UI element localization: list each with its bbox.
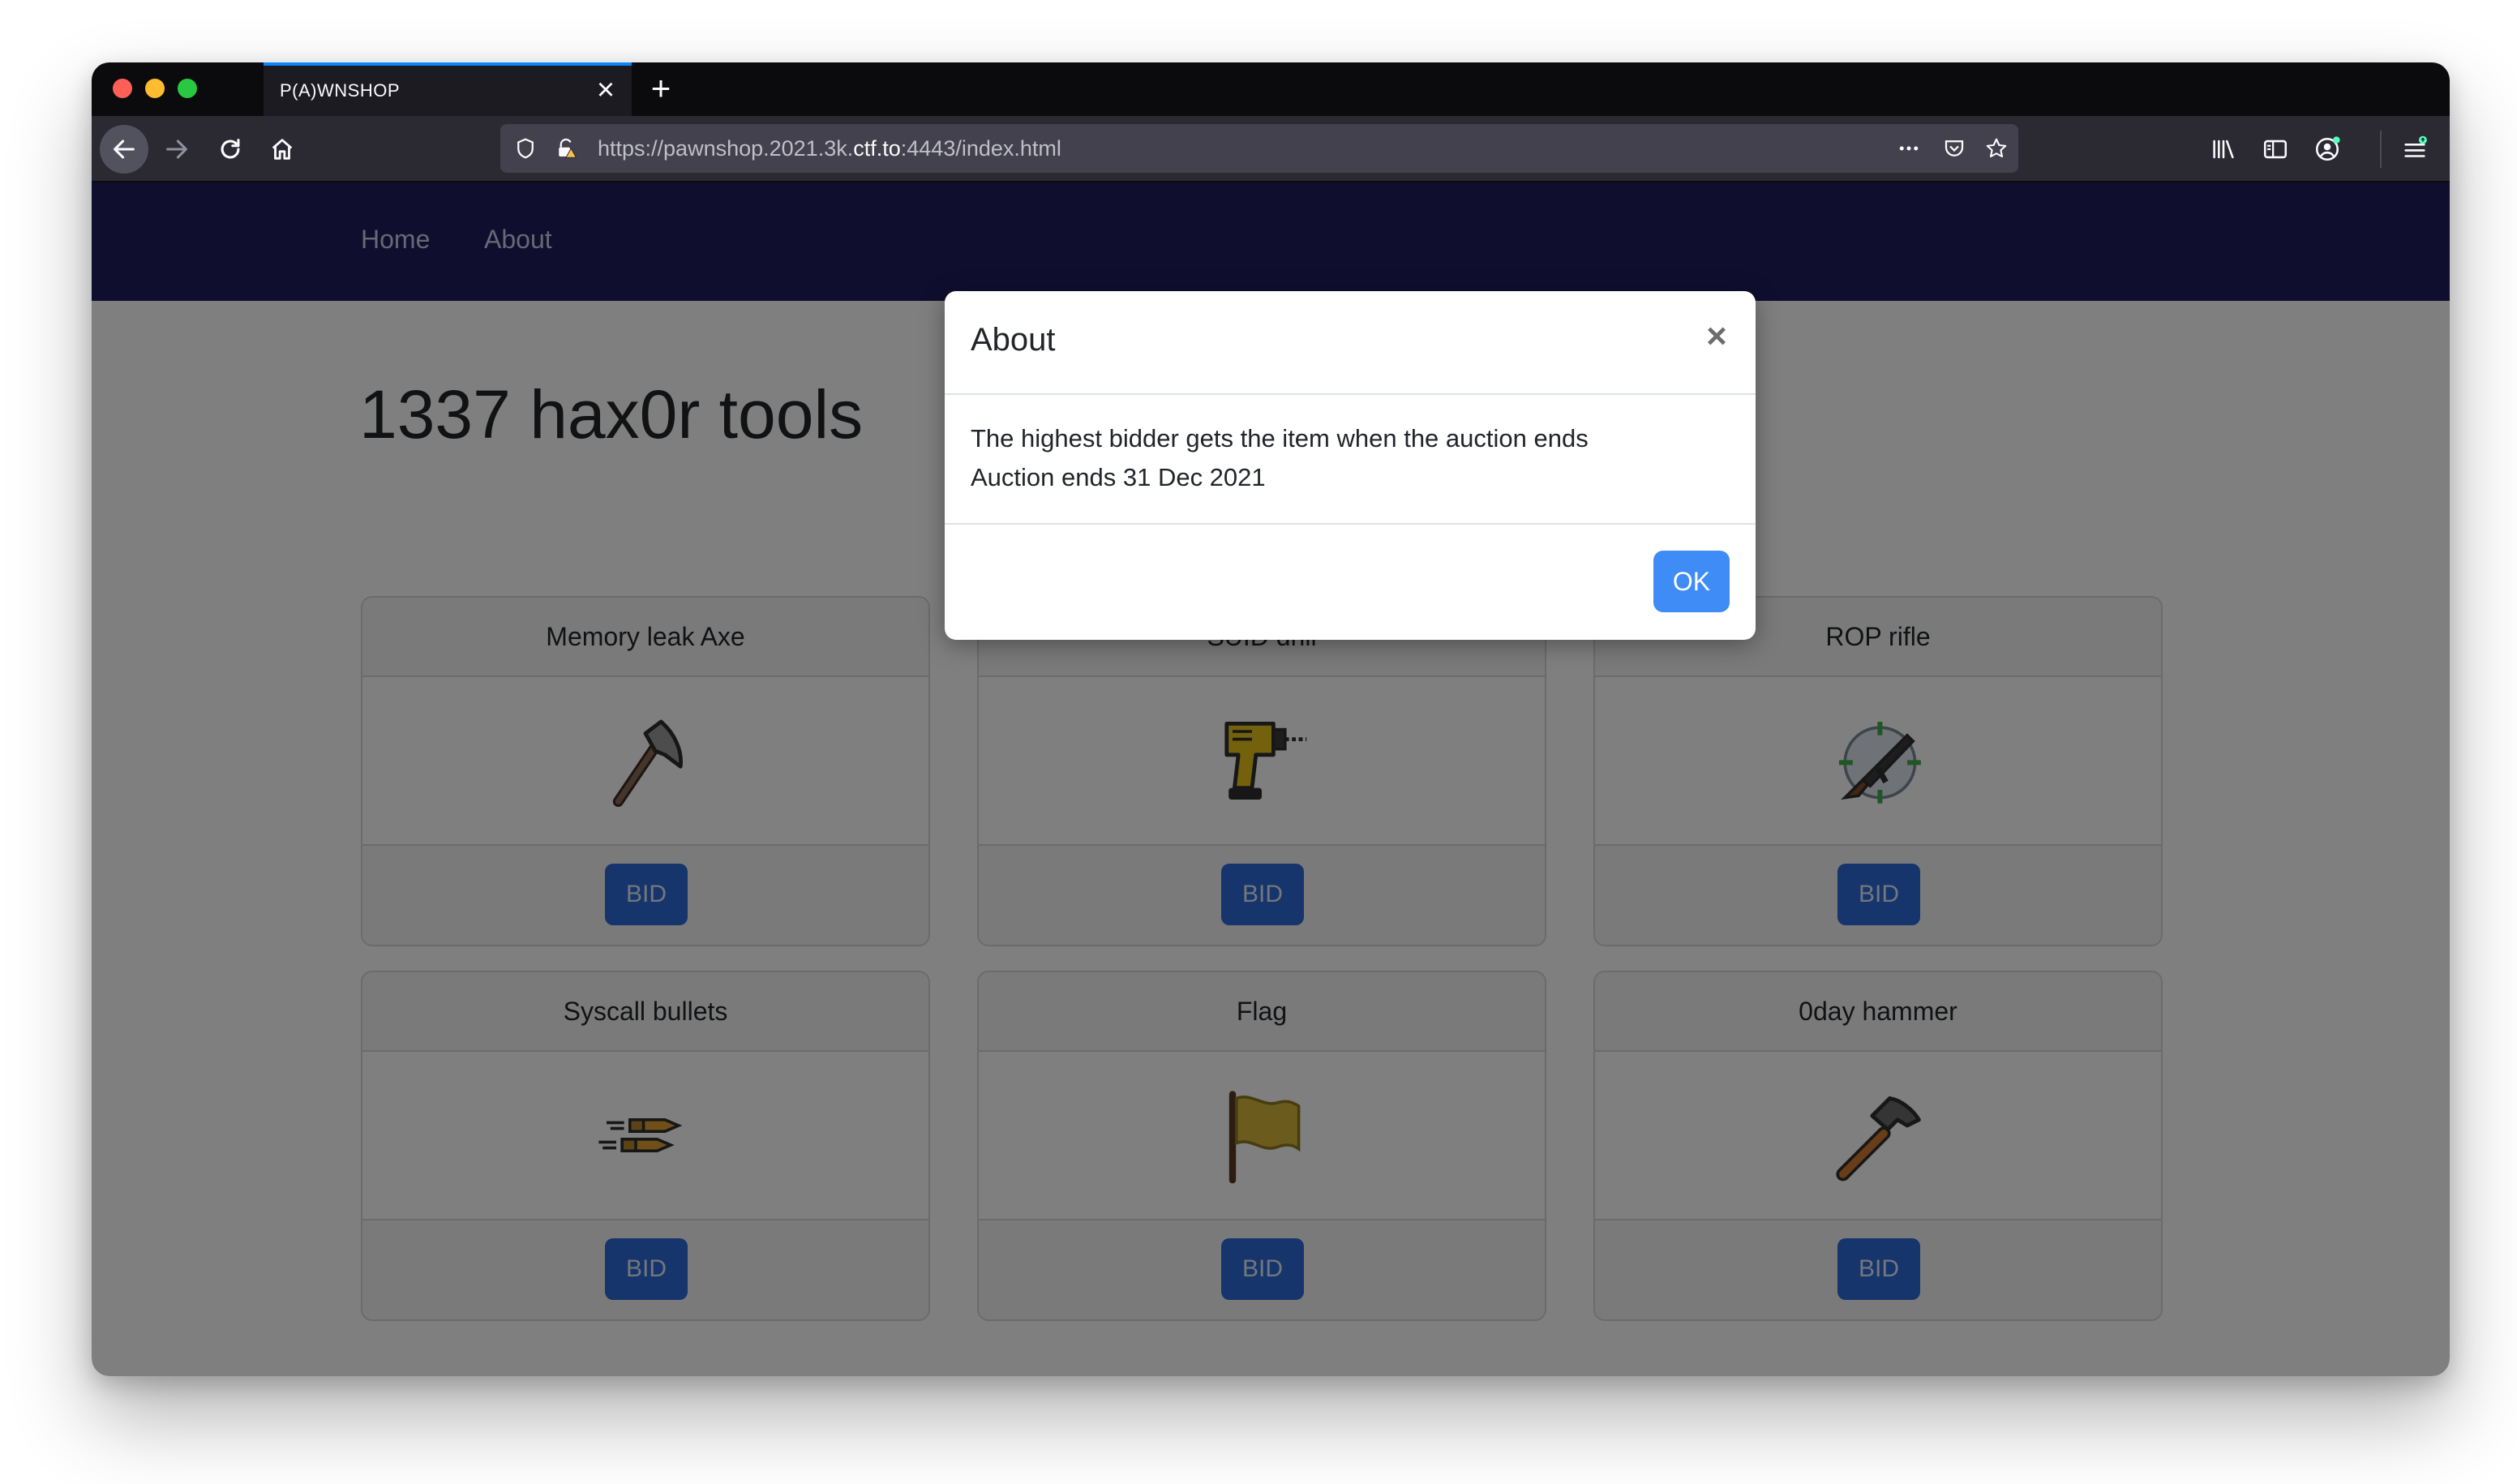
more-actions-icon[interactable] — [1895, 135, 1923, 162]
tab-pawnshop[interactable]: P(A)WNSHOP × — [264, 62, 632, 116]
account-icon — [2315, 136, 2340, 161]
tab-close-icon[interactable]: × — [591, 75, 620, 105]
account-button[interactable] — [2305, 127, 2349, 171]
close-window-button[interactable] — [113, 79, 132, 98]
pocket-icon[interactable] — [1940, 135, 1968, 162]
modal-text-line-1: The highest bidder gets the item when th… — [971, 424, 1589, 452]
forward-button[interactable] — [155, 127, 199, 171]
url-text: https://pawnshop.2021.3k.ctf.to:4443/ind… — [598, 136, 1061, 161]
modal-header: About × — [945, 291, 1756, 395]
modal-title: About — [971, 322, 1056, 358]
home-icon — [272, 139, 293, 160]
url-suffix: :4443/index.html — [900, 136, 1061, 161]
forward-arrow-icon — [166, 139, 187, 159]
reload-button[interactable] — [208, 127, 252, 171]
tab-title: P(A)WNSHOP — [280, 80, 400, 101]
toolbar-divider — [2380, 131, 2382, 168]
back-button[interactable] — [100, 125, 148, 174]
zoom-window-button[interactable] — [178, 79, 197, 98]
ok-button[interactable]: OK — [1653, 551, 1730, 612]
home-button[interactable] — [260, 127, 304, 171]
url-host: ctf.to — [853, 136, 901, 161]
browser-window: P(A)WNSHOP × + https://pawnshop.2021.3k.… — [92, 62, 2450, 1376]
minimize-window-button[interactable] — [145, 79, 165, 98]
new-tab-button[interactable]: + — [643, 71, 679, 106]
app-menu-button[interactable] — [2393, 127, 2437, 171]
modal-text-line-2: Auction ends 31 Dec 2021 — [971, 463, 1266, 491]
bookmark-star-icon[interactable] — [1983, 135, 2010, 162]
close-icon[interactable]: × — [1696, 315, 1738, 358]
hamburger-menu-icon — [2404, 135, 2427, 157]
reload-icon — [221, 139, 240, 159]
modal-body: The highest bidder gets the item when th… — [971, 419, 1725, 497]
url-bar[interactable]: https://pawnshop.2021.3k.ctf.to:4443/ind… — [500, 124, 2018, 173]
modal-footer: OK — [945, 523, 1756, 641]
tracking-shield-icon[interactable] — [512, 135, 539, 162]
tab-strip: P(A)WNSHOP × + — [92, 62, 2450, 116]
about-modal: About × The highest bidder gets the item… — [945, 291, 1756, 640]
insecure-lock-icon[interactable] — [552, 135, 580, 162]
library-icon — [2213, 139, 2234, 159]
url-prefix: https://pawnshop.2021.3k. — [598, 136, 854, 161]
library-button[interactable] — [2202, 127, 2245, 171]
back-arrow-icon — [114, 139, 135, 159]
sidebar-icon — [2263, 139, 2288, 159]
sidebar-button[interactable] — [2253, 127, 2297, 171]
nav-toolbar: https://pawnshop.2021.3k.ctf.to:4443/ind… — [92, 116, 2450, 182]
